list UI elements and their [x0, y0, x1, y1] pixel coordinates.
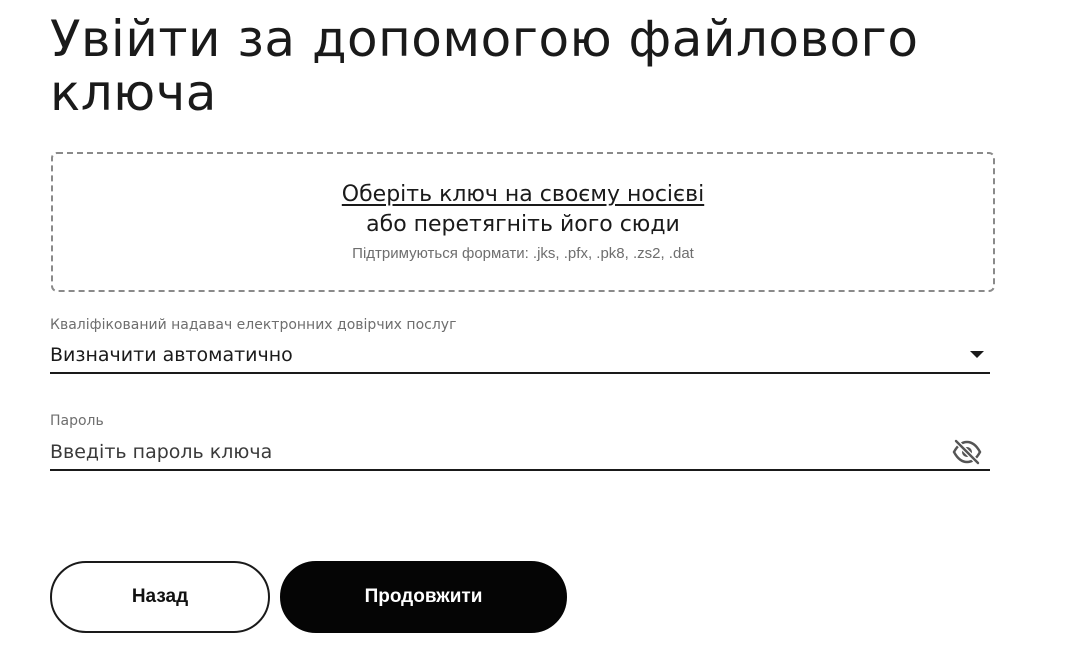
back-button[interactable]: Назад — [50, 561, 270, 633]
page-title: Увійти за допомогою файлового ключа — [50, 10, 919, 122]
password-input[interactable] — [50, 438, 930, 466]
continue-button[interactable]: Продовжити — [280, 561, 567, 633]
choose-key-link[interactable]: Оберіть ключ на своєму носієві — [342, 182, 704, 207]
file-key-login-page: Увійти за допомогою файлового ключа Обер… — [0, 0, 1086, 646]
provider-label: Кваліфікований надавач електронних довір… — [50, 317, 457, 333]
drag-hint-text: або перетягніть його сюди — [366, 212, 680, 237]
provider-select[interactable]: Визначити автоматично — [50, 340, 990, 374]
choose-key-link-row: Оберіть ключ на своєму носієві — [53, 181, 993, 209]
password-label: Пароль — [50, 413, 104, 429]
eye-off-icon[interactable] — [952, 439, 982, 465]
supported-formats-text: Підтримуються формати: .jks, .pfx, .pk8,… — [352, 245, 694, 262]
provider-selected-value: Визначити автоматично — [50, 344, 293, 366]
password-field-wrapper — [50, 436, 990, 471]
key-file-dropzone[interactable]: Оберіть ключ на своєму носієві або перет… — [51, 152, 995, 292]
chevron-down-icon[interactable] — [970, 351, 984, 358]
